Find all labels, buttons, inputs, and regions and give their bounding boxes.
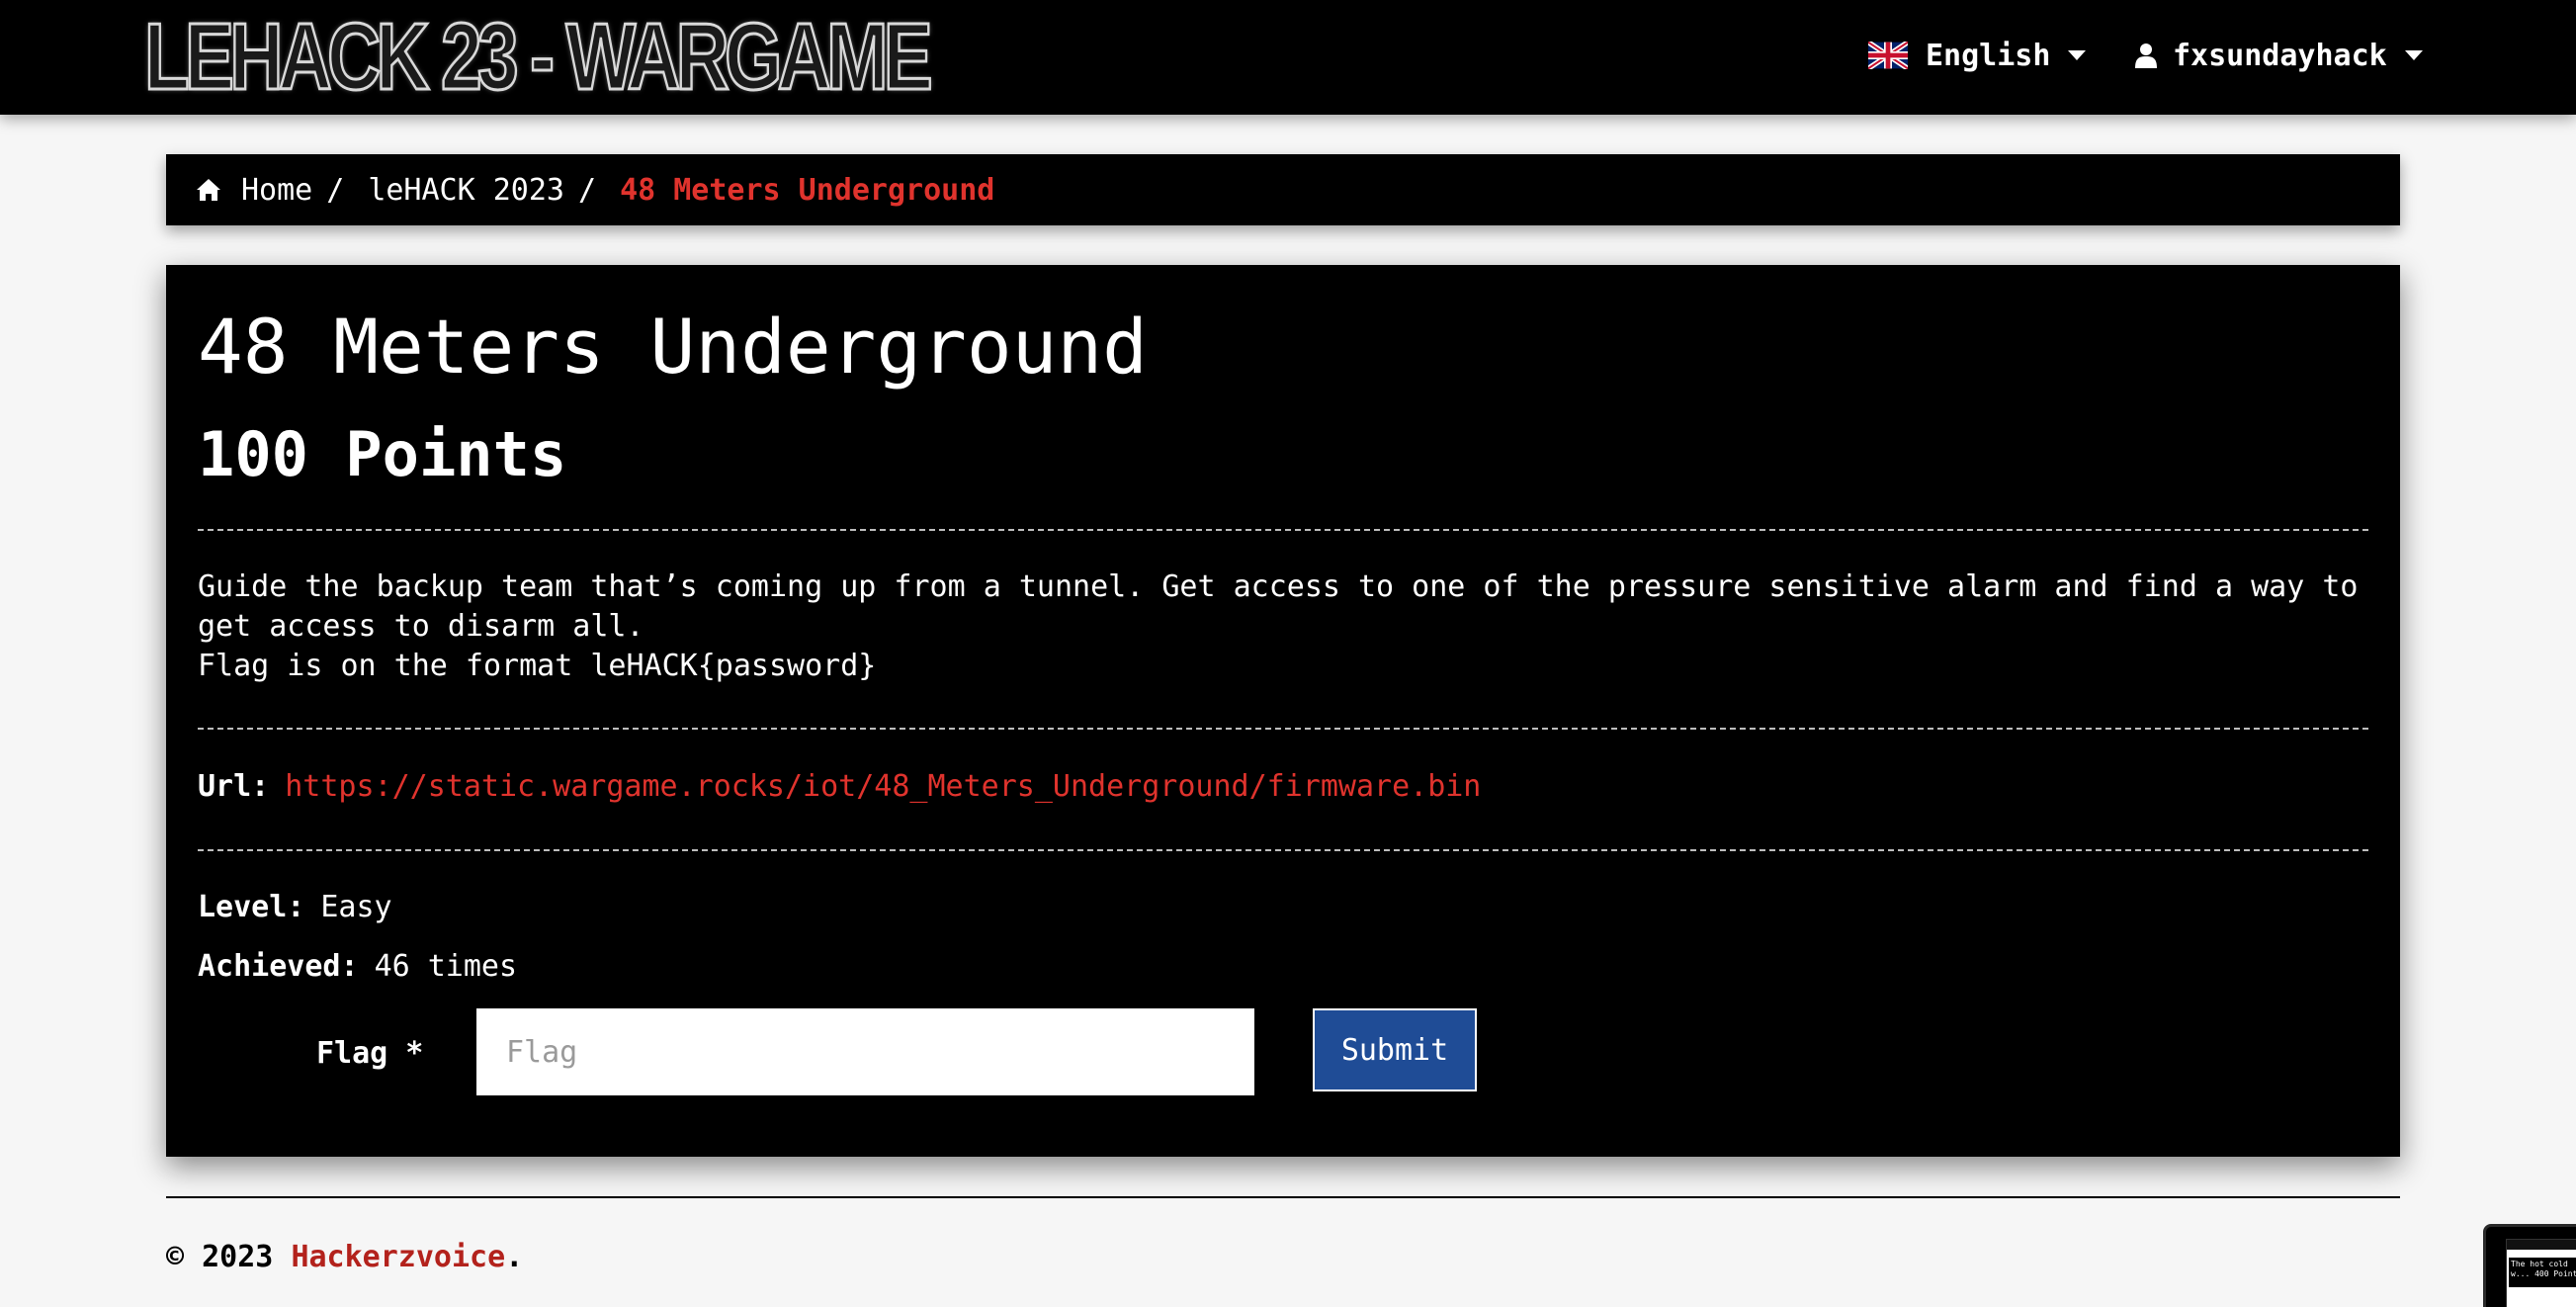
- submit-button[interactable]: Submit: [1313, 1008, 1477, 1091]
- breadcrumb-category[interactable]: leHACK 2023: [368, 173, 564, 208]
- thumbnail-navbar: [2507, 1240, 2576, 1250]
- breadcrumb: Home / leHACK 2023 / 48 Meters Undergrou…: [166, 154, 2400, 225]
- user-menu-dropdown[interactable]: fxsundayhack: [2135, 30, 2423, 81]
- divider: [198, 529, 2368, 531]
- caret-down-icon: [2068, 50, 2087, 60]
- challenge-title: 48 Meters Underground: [198, 303, 1148, 391]
- footer-divider: [166, 1196, 2400, 1198]
- level-label: Level:: [198, 890, 305, 924]
- challenge-card: 48 Meters Underground 100 Points Guide t…: [166, 265, 2400, 1157]
- description-line: Guide the backup team that’s coming up f…: [198, 569, 2359, 644]
- divider: [198, 728, 2368, 730]
- breadcrumb-separator: /: [578, 172, 597, 208]
- challenge-level-row: Level: Easy: [198, 888, 392, 927]
- challenge-points: 100 Points: [198, 418, 567, 490]
- divider: [198, 849, 2368, 851]
- uk-flag-icon: [1868, 42, 1908, 69]
- language-dropdown[interactable]: English: [1868, 30, 2087, 81]
- screenshot-thumbnail[interactable]: The hot cold w... 400 Points: [2483, 1224, 2576, 1307]
- url-label: Url:: [198, 769, 270, 804]
- footer-suffix: .: [505, 1240, 524, 1274]
- thumbnail-page: The hot cold w... 400 Points: [2506, 1239, 2576, 1307]
- site-logo[interactable]: LEHACK 23 - WARGAME: [143, 6, 934, 108]
- caret-down-icon: [2404, 50, 2423, 60]
- footer: © 2023 Hackerzvoice.: [166, 1238, 523, 1277]
- user-icon: [2135, 44, 2157, 68]
- footer-org-link[interactable]: Hackerzvoice: [291, 1240, 505, 1274]
- home-icon[interactable]: [196, 178, 221, 202]
- challenge-url-row: Url: https://static.wargame.rocks/iot/48_…: [198, 767, 1481, 807]
- top-navbar: LEHACK 23 - WARGAME English fxsundayhack: [0, 0, 2576, 115]
- challenge-url-link[interactable]: https://static.wargame.rocks/iot/48_Mete…: [285, 769, 1481, 804]
- level-value: Easy: [320, 890, 392, 924]
- breadcrumb-separator: /: [326, 172, 345, 208]
- challenge-achieved-row: Achieved: 46 times: [198, 947, 517, 987]
- description-line: Flag is on the format leHACK{password}: [198, 649, 877, 683]
- flag-input[interactable]: [476, 1008, 1254, 1095]
- achieved-label: Achieved:: [198, 949, 359, 984]
- thumbnail-text: The hot cold w... 400 Points: [2509, 1258, 2576, 1287]
- flag-field-label: Flag *: [316, 1036, 424, 1071]
- language-label: English: [1926, 38, 2051, 73]
- username-label: fxsundayhack: [2173, 38, 2387, 73]
- footer-copyright: © 2023: [166, 1240, 274, 1274]
- challenge-description: Guide the backup team that’s coming up f…: [198, 567, 2368, 686]
- breadcrumb-current: 48 Meters Underground: [620, 172, 995, 208]
- breadcrumb-home[interactable]: Home: [241, 173, 312, 208]
- achieved-value: 46 times: [374, 949, 518, 984]
